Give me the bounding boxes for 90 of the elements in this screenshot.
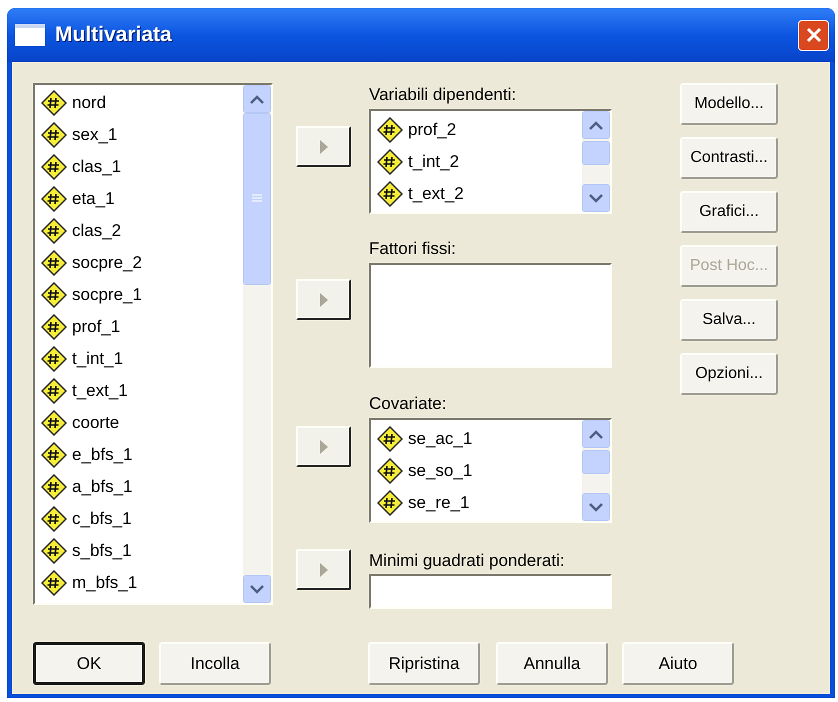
close-icon <box>804 26 822 44</box>
dialog-button[interactable]: Contrasti... <box>680 137 778 179</box>
field-label: Fattori fissi: <box>369 238 457 260</box>
variable-item[interactable]: prof_2 <box>371 114 582 146</box>
field-label: Minimi guadrati ponderati: <box>369 550 566 572</box>
variable-item[interactable]: eta_1 <box>35 183 243 215</box>
scale-variable-icon <box>41 410 67 436</box>
field-label: Covariate: <box>369 393 448 415</box>
variable-item[interactable]: se_ac_1 <box>371 423 582 455</box>
scale-variable-icon <box>377 490 403 516</box>
scroll-up-button[interactable] <box>243 85 271 113</box>
variable-item[interactable]: sex_1 <box>35 119 243 151</box>
variable-list[interactable] <box>369 263 612 368</box>
dialog-button[interactable]: OK <box>33 642 145 685</box>
dialog-button[interactable]: Opzioni... <box>680 353 778 395</box>
scroll-down-button[interactable] <box>582 493 610 521</box>
dialog-button[interactable]: Grafici... <box>680 191 778 233</box>
variable-item[interactable]: t_ext_2 <box>371 178 582 210</box>
dialog-button[interactable]: Aiuto <box>622 642 734 685</box>
dialog-button[interactable]: Annulla <box>496 642 608 685</box>
variable-item[interactable]: c_bfs_1 <box>35 503 243 535</box>
play-arrow-icon <box>320 140 328 154</box>
chevron-down-icon <box>589 502 603 512</box>
scale-variable-icon <box>41 538 67 564</box>
input-field[interactable] <box>369 574 612 609</box>
scale-variable-icon <box>377 149 403 175</box>
window-icon <box>15 24 45 46</box>
scale-variable-icon <box>41 90 67 116</box>
variable-item[interactable]: a_bfs_1 <box>35 471 243 503</box>
scale-variable-icon <box>41 346 67 372</box>
scale-variable-icon <box>41 282 67 308</box>
play-arrow-icon <box>320 440 328 454</box>
chevron-down-icon <box>250 584 264 594</box>
variable-item[interactable]: nord <box>35 87 243 119</box>
dialog-button[interactable]: Modello... <box>680 83 778 125</box>
scale-variable-icon <box>41 314 67 340</box>
scale-variable-icon <box>41 250 67 276</box>
scale-variable-icon <box>41 186 67 212</box>
variable-list[interactable]: nord sex_1 clas_1 eta_1 clas_2 socpre_2 socpre_1 prof_1 t_int_1 t_ext_1 coorte e_bfs_1 a_bfs_1 c_bfs_1 s_bfs_1 m_bfs_1 <box>33 83 273 605</box>
scale-variable-icon <box>41 218 67 244</box>
dialog-button[interactable]: Ripristina <box>368 642 480 685</box>
scale-variable-icon <box>41 122 67 148</box>
variable-item[interactable]: t_ext_1 <box>35 375 243 407</box>
chevron-down-icon <box>589 194 603 202</box>
scale-variable-icon <box>41 506 67 532</box>
field-label: Variabili dipendenti: <box>369 84 518 106</box>
variable-item[interactable]: e_bfs_1 <box>35 439 243 471</box>
window-title: Multivariata <box>55 22 172 48</box>
scroll-thumb[interactable] <box>582 450 610 474</box>
chevron-up-icon <box>250 94 264 104</box>
scale-variable-icon <box>377 426 403 452</box>
scrollbar[interactable] <box>243 85 271 603</box>
dialog-button[interactable]: Incolla <box>159 642 271 685</box>
dialog-button[interactable]: Salva... <box>680 299 778 341</box>
scale-variable-icon <box>41 378 67 404</box>
variable-list[interactable]: prof_2 t_int_2 t_ext_2 <box>369 109 612 214</box>
scrollbar[interactable] <box>582 420 610 521</box>
variable-item[interactable]: s_bfs_1 <box>35 535 243 567</box>
variable-list[interactable]: se_ac_1 se_so_1 se_re_1 <box>369 418 612 523</box>
variable-item[interactable]: clas_2 <box>35 215 243 247</box>
variable-item[interactable]: se_re_1 <box>371 487 582 519</box>
grip-icon <box>252 194 262 204</box>
play-arrow-icon <box>320 292 328 306</box>
scale-variable-icon <box>377 181 403 207</box>
scale-variable-icon <box>377 458 403 484</box>
scale-variable-icon <box>41 570 67 596</box>
chevron-up-icon <box>589 430 603 438</box>
scale-variable-icon <box>41 442 67 468</box>
variable-item[interactable]: t_int_2 <box>371 146 582 178</box>
scroll-down-button[interactable] <box>243 575 271 603</box>
variable-item[interactable]: clas_1 <box>35 151 243 183</box>
play-arrow-icon <box>320 562 328 576</box>
scroll-thumb[interactable] <box>582 141 610 165</box>
close-button[interactable] <box>798 20 829 50</box>
scroll-up-button[interactable] <box>582 111 610 139</box>
variable-item[interactable]: socpre_1 <box>35 279 243 311</box>
variable-item[interactable]: m_bfs_1 <box>35 567 243 599</box>
variable-item[interactable]: socpre_2 <box>35 247 243 279</box>
variable-item[interactable]: t_int_1 <box>35 343 243 375</box>
variable-item[interactable]: se_so_1 <box>371 455 582 487</box>
scroll-down-button[interactable] <box>582 184 610 212</box>
variable-item[interactable]: prof_1 <box>35 311 243 343</box>
scroll-up-button[interactable] <box>582 420 610 448</box>
scale-variable-icon <box>41 154 67 180</box>
scroll-thumb[interactable] <box>243 113 271 285</box>
chevron-up-icon <box>589 120 603 130</box>
variable-item[interactable]: coorte <box>35 407 243 439</box>
scrollbar[interactable] <box>582 111 610 212</box>
scale-variable-icon <box>41 474 67 500</box>
scale-variable-icon <box>377 117 403 143</box>
